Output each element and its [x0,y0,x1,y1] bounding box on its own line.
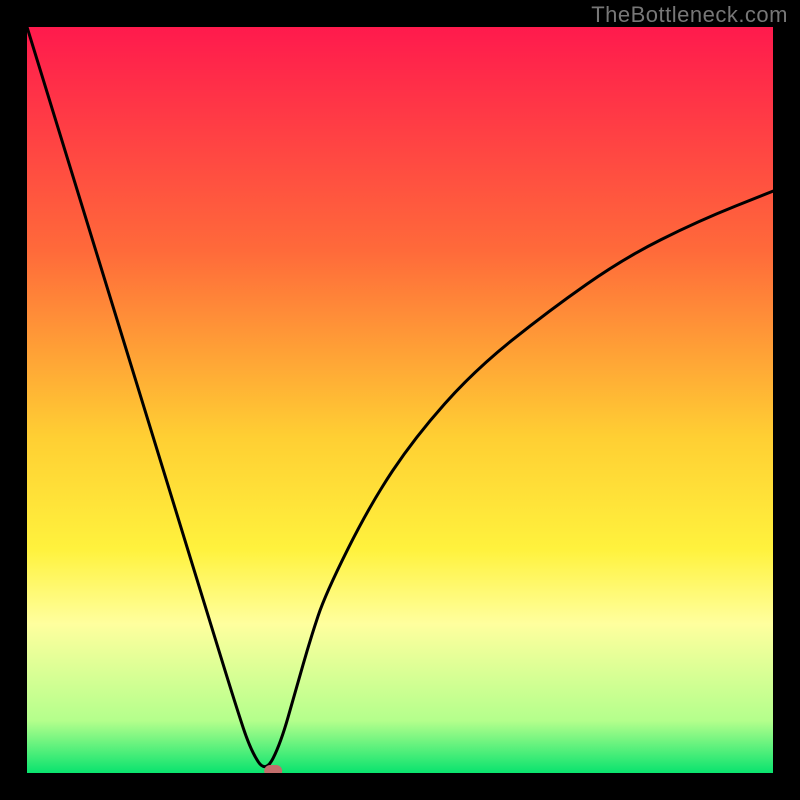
gradient-background [27,27,773,773]
chart-frame: TheBottleneck.com [0,0,800,800]
plot-area [27,27,773,773]
optimal-marker [264,765,282,773]
bottleneck-curve-chart [27,27,773,773]
attribution-text: TheBottleneck.com [591,2,788,28]
